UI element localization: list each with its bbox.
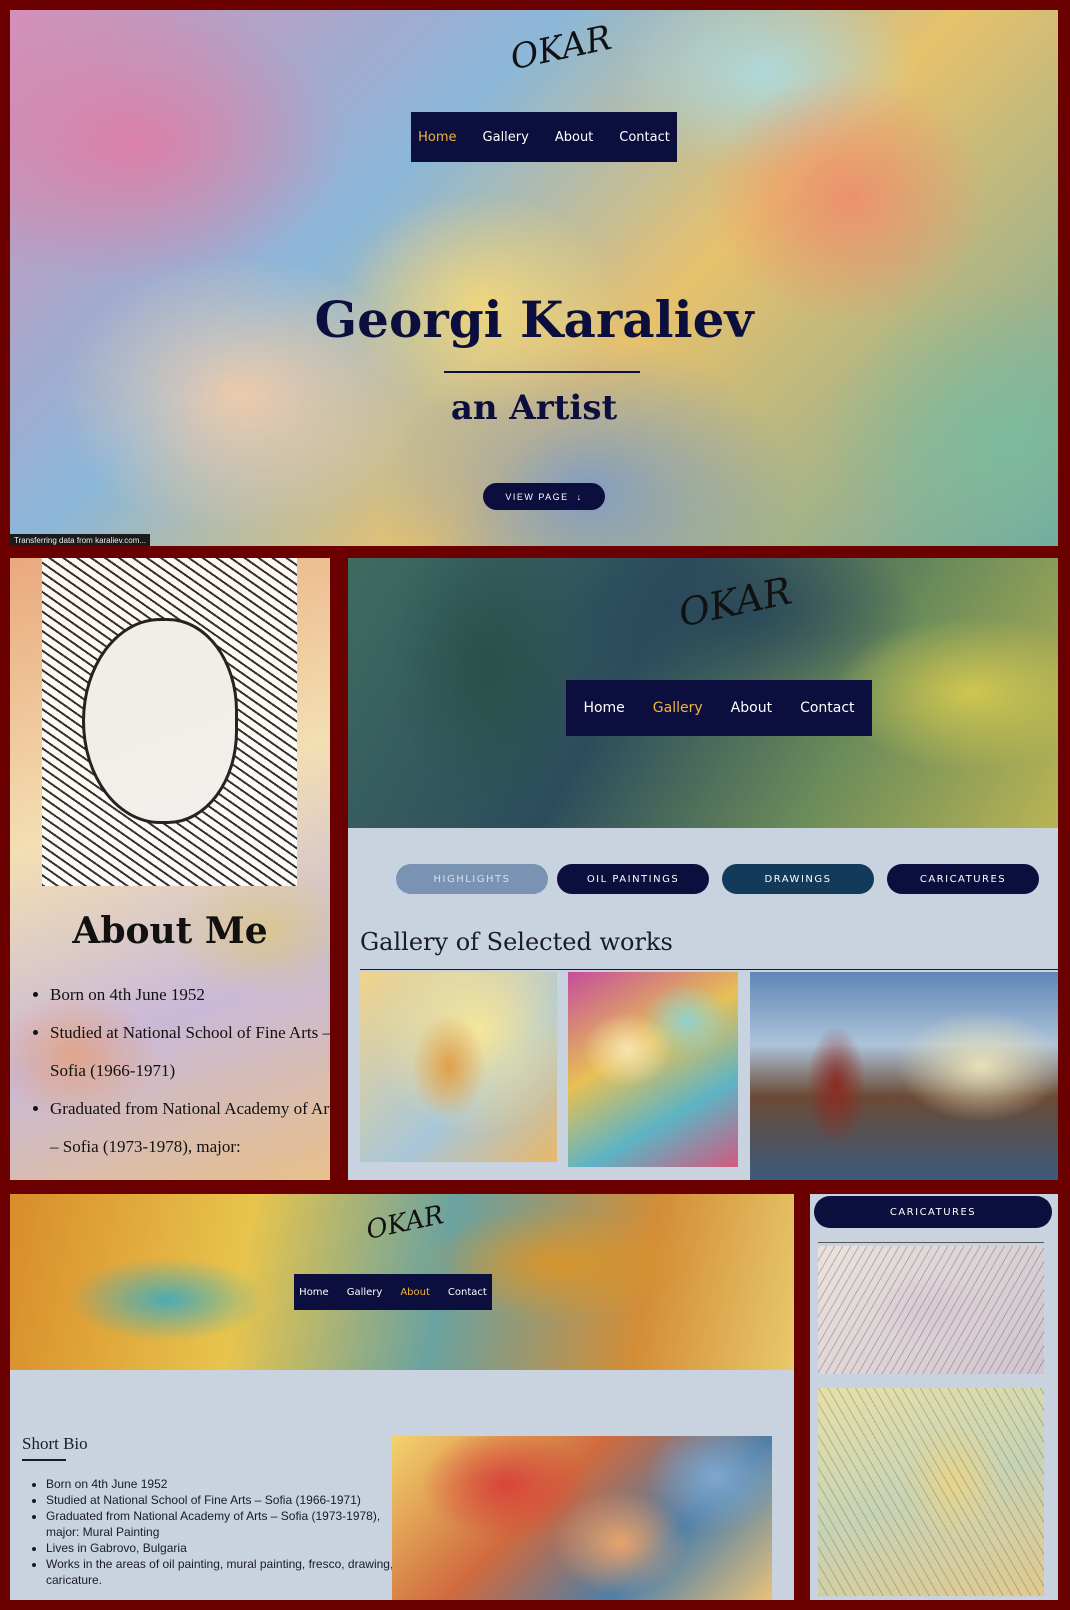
hero-screenshot: OKAR Home Gallery About Contact Georgi K… xyxy=(10,10,1058,546)
about-item: Studied at National School of Fine Arts … xyxy=(50,1014,330,1090)
about-list: Born on 4th June 1952 Studied at Nationa… xyxy=(32,976,330,1166)
bio-divider xyxy=(22,1459,66,1461)
bio-screenshot: OKAR Home Gallery About Contact Short Bi… xyxy=(10,1194,794,1600)
bio-list: Born on 4th June 1952 Studied at Nationa… xyxy=(34,1476,396,1588)
about-item: Graduated from National Academy of Arts … xyxy=(50,1090,330,1166)
nav-about[interactable]: About xyxy=(555,130,593,145)
hero-subtitle: an Artist xyxy=(450,388,618,428)
hero-nav-bar: Home Gallery About Contact xyxy=(411,112,677,162)
bio-nav-bar: Home Gallery About Contact xyxy=(294,1274,492,1310)
nav-home[interactable]: Home xyxy=(299,1287,329,1298)
caricatures-button[interactable]: CARICATURES xyxy=(814,1196,1052,1228)
hero-title: Georgi Karaliev xyxy=(314,290,754,349)
bio-item: Born on 4th June 1952 xyxy=(46,1476,396,1492)
nav-about[interactable]: About xyxy=(400,1287,430,1298)
nav-home[interactable]: Home xyxy=(418,130,456,145)
nav-gallery[interactable]: Gallery xyxy=(347,1287,383,1298)
gallery-thumbnail-hands[interactable] xyxy=(568,972,738,1167)
bio-painting xyxy=(392,1436,772,1600)
self-portrait-drawing xyxy=(42,558,297,886)
portrait-face xyxy=(82,618,238,824)
bio-item: Works in the areas of oil painting, mura… xyxy=(46,1556,396,1588)
nav-contact[interactable]: Contact xyxy=(448,1287,487,1298)
status-bar: Transferring data from karaliev.com... xyxy=(10,534,151,546)
nav-contact[interactable]: Contact xyxy=(619,130,670,145)
caricatures-screenshot: CARICATURES xyxy=(810,1194,1058,1600)
bio-item: Graduated from National Academy of Arts … xyxy=(46,1508,396,1540)
caricature-thumbnail[interactable] xyxy=(818,1246,1044,1374)
caricature-thumbnail[interactable] xyxy=(818,1388,1044,1596)
gallery-thumbnail-sun-face[interactable] xyxy=(360,972,557,1162)
view-page-button[interactable]: VIEW PAGE ↓ xyxy=(483,483,605,510)
tab-oil-paintings[interactable]: OIL PAINTINGS xyxy=(557,864,709,894)
about-title: About Me xyxy=(72,910,268,952)
nav-home[interactable]: Home xyxy=(583,700,624,716)
hero-divider xyxy=(444,371,640,373)
bio-item: Lives in Gabrovo, Bulgaria xyxy=(46,1540,396,1556)
tab-caricatures[interactable]: CARICATURES xyxy=(887,864,1039,894)
nav-about[interactable]: About xyxy=(731,700,772,716)
caricatures-divider xyxy=(818,1242,1044,1243)
bio-heading: Short Bio xyxy=(22,1434,88,1453)
nav-contact[interactable]: Contact xyxy=(800,700,854,716)
tab-highlights[interactable]: HIGHLIGHTS xyxy=(396,864,548,894)
gallery-screenshot: OKAR Home Gallery About Contact HIGHLIGH… xyxy=(348,558,1058,1180)
arrow-down-icon: ↓ xyxy=(576,491,583,502)
about-item: Born on 4th June 1952 xyxy=(50,976,330,1014)
gallery-nav-bar: Home Gallery About Contact xyxy=(566,680,872,736)
bio-item: Studied at National School of Fine Arts … xyxy=(46,1492,396,1508)
gallery-thumbnail-seated-man[interactable] xyxy=(750,972,1058,1180)
about-screenshot: About Me Born on 4th June 1952 Studied a… xyxy=(10,558,330,1180)
gallery-heading: Gallery of Selected works xyxy=(360,928,673,956)
nav-gallery[interactable]: Gallery xyxy=(483,130,529,145)
hero-painting xyxy=(10,10,1058,546)
nav-gallery[interactable]: Gallery xyxy=(653,700,703,716)
view-page-label: VIEW PAGE xyxy=(505,491,569,502)
tab-drawings[interactable]: DRAWINGS xyxy=(722,864,874,894)
gallery-divider xyxy=(360,969,1058,970)
